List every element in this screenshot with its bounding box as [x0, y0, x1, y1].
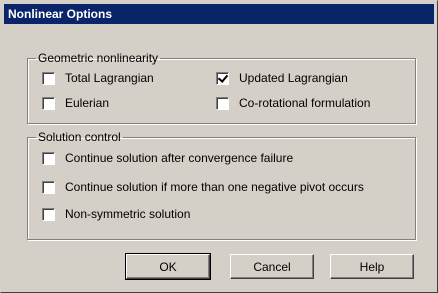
negative-pivot-checkbox[interactable] [42, 180, 55, 194]
group-legend: Solution control [38, 130, 121, 144]
cancel-button[interactable]: Cancel [230, 254, 314, 279]
option-label: Co-rotational formulation [239, 96, 371, 110]
group-legend: Geometric nonlinearity [38, 51, 159, 65]
corotational-option[interactable]: Co-rotational formulation [216, 96, 370, 110]
option-label: Continue solution if more than one negat… [65, 180, 364, 194]
non-symmetric-option[interactable]: Non-symmetric solution [42, 207, 190, 221]
updated-lagrangian-checkbox[interactable] [216, 71, 229, 85]
non-symmetric-checkbox[interactable] [42, 207, 55, 221]
dialog-window: Nonlinear Options Geometric nonlinearity… [0, 0, 438, 293]
corotational-checkbox[interactable] [216, 96, 229, 110]
updated-lagrangian-option[interactable]: Updated Lagrangian [216, 71, 348, 85]
option-label: Eulerian [65, 96, 110, 110]
option-label: Non-symmetric solution [65, 207, 191, 221]
negative-pivot-option[interactable]: Continue solution if more than one negat… [42, 180, 364, 194]
option-label: Continue solution after convergence fail… [65, 151, 294, 165]
total-lagrangian-checkbox[interactable] [42, 71, 55, 85]
option-label: Total Lagrangian [65, 71, 154, 85]
ok-button[interactable]: OK [125, 253, 211, 280]
geometric-nonlinearity-group: Geometric nonlinearity [27, 51, 416, 124]
eulerian-option[interactable]: Eulerian [42, 96, 109, 110]
continue-after-failure-checkbox[interactable] [42, 151, 55, 165]
option-label: Updated Lagrangian [239, 71, 348, 85]
help-button[interactable]: Help [330, 254, 414, 279]
total-lagrangian-option[interactable]: Total Lagrangian [42, 71, 154, 85]
title-bar: Nonlinear Options [4, 4, 434, 24]
continue-after-failure-option[interactable]: Continue solution after convergence fail… [42, 151, 293, 165]
eulerian-checkbox[interactable] [42, 96, 55, 110]
